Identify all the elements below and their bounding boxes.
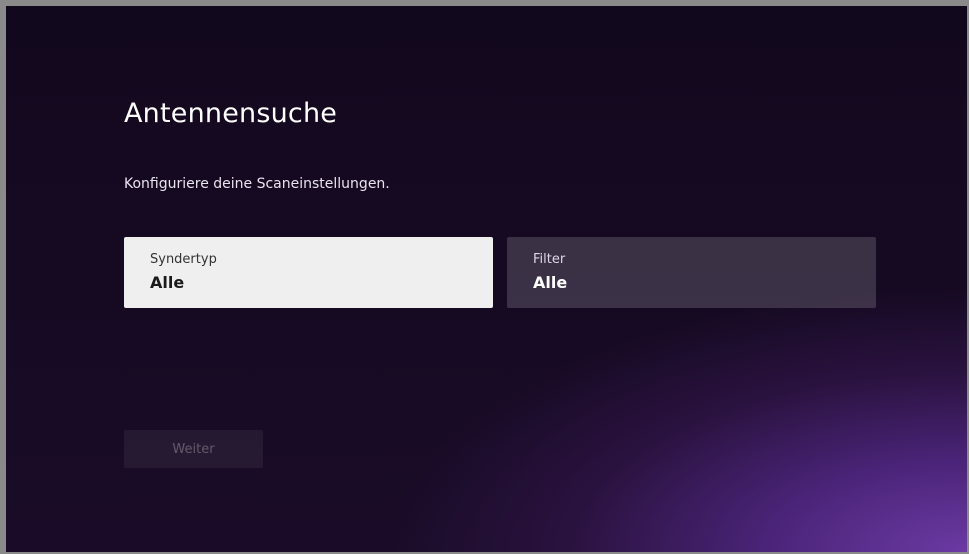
page-subtitle: Konfiguriere deine Scaneinstellungen. (124, 176, 390, 192)
station-type-value: Alle (150, 273, 185, 292)
station-type-setting[interactable]: Syndertyp Alle (124, 237, 493, 308)
filter-value: Alle (533, 273, 568, 292)
continue-button[interactable]: Weiter (124, 430, 263, 468)
antenna-scan-screen: Antennensuche Konfiguriere deine Scanein… (6, 6, 967, 552)
filter-setting[interactable]: Filter Alle (507, 237, 876, 308)
filter-label: Filter (533, 252, 566, 267)
station-type-label: Syndertyp (150, 252, 217, 267)
page-title: Antennensuche (124, 98, 338, 129)
